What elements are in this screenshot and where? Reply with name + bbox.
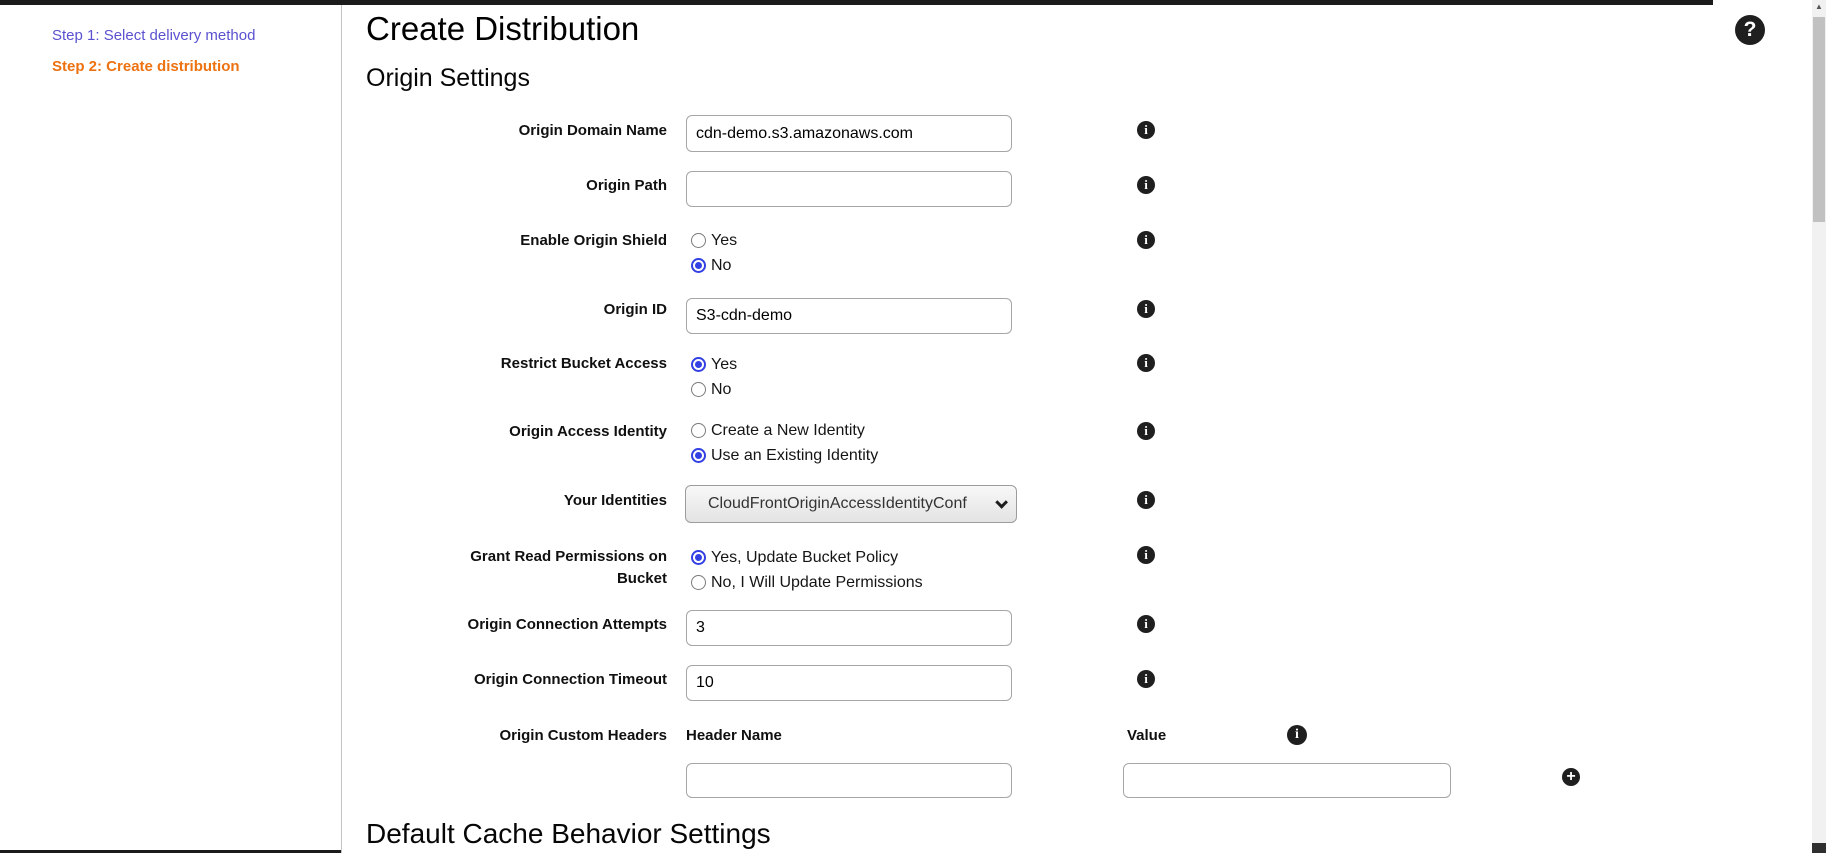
origin-custom-headers-label: Origin Custom Headers (420, 726, 667, 745)
your-identities-label: Your Identities (420, 491, 667, 510)
value-column-label: Value (1127, 726, 1166, 745)
cloudfront-create-distribution-page: Step 1: Select delivery method Step 2: C… (0, 0, 1826, 853)
grant-read-permissions-radio-group: Yes, Update Bucket Policy No, I Will Upd… (691, 545, 923, 595)
info-icon[interactable]: i (1137, 300, 1155, 318)
add-custom-header-button[interactable]: + (1562, 768, 1580, 786)
vertical-scrollbar[interactable]: ▲ (1812, 0, 1826, 853)
origin-path-label: Origin Path (420, 176, 667, 195)
info-icon[interactable]: i (1137, 231, 1155, 249)
arrow-up-icon[interactable]: ▲ (1812, 2, 1826, 11)
custom-header-name-input[interactable] (686, 763, 1012, 798)
sidebar-step-2-current: Step 2: Create distribution (52, 57, 240, 76)
top-border (0, 0, 1713, 5)
origin-domain-name-input[interactable] (686, 115, 1012, 152)
origin-id-input[interactable] (686, 298, 1012, 334)
radio-button-icon[interactable] (691, 357, 706, 372)
sidebar-step-1-link[interactable]: Step 1: Select delivery method (52, 26, 255, 45)
enable-origin-shield-option-no[interactable]: No (691, 253, 737, 278)
origin-access-identity-radio-group: Create a New Identity Use an Existing Id… (691, 418, 878, 468)
restrict-bucket-access-option-no[interactable]: No (691, 377, 737, 402)
origin-connection-attempts-input[interactable] (686, 610, 1012, 646)
radio-button-icon[interactable] (691, 575, 706, 590)
grant-read-permissions-option-yes[interactable]: Yes, Update Bucket Policy (691, 545, 923, 570)
restrict-bucket-access-label: Restrict Bucket Access (420, 354, 667, 373)
your-identities-select[interactable]: CloudFrontOriginAccessIdentityConf (685, 485, 1017, 523)
origin-settings-heading: Origin Settings (366, 64, 530, 93)
grant-read-permissions-label: Grant Read Permissions on Bucket (420, 546, 667, 590)
radio-button-icon[interactable] (691, 448, 706, 463)
info-icon[interactable]: i (1137, 546, 1155, 564)
info-icon[interactable]: i (1287, 725, 1307, 745)
radio-button-icon[interactable] (691, 233, 706, 248)
grant-read-permissions-option-no[interactable]: No, I Will Update Permissions (691, 570, 923, 595)
origin-id-label: Origin ID (420, 300, 667, 319)
enable-origin-shield-radio-group: Yes No (691, 228, 737, 278)
info-icon[interactable]: i (1137, 491, 1155, 509)
sidebar-divider (341, 5, 342, 853)
restrict-bucket-access-option-yes[interactable]: Yes (691, 352, 737, 377)
chevron-down-icon (995, 496, 1008, 509)
default-cache-behavior-heading: Default Cache Behavior Settings (366, 818, 771, 850)
origin-access-identity-option-existing[interactable]: Use an Existing Identity (691, 443, 878, 468)
origin-path-input[interactable] (686, 171, 1012, 207)
info-icon[interactable]: i (1137, 176, 1155, 194)
radio-button-icon[interactable] (691, 382, 706, 397)
restrict-bucket-access-radio-group: Yes No (691, 352, 737, 402)
radio-button-icon[interactable] (691, 258, 706, 273)
scrollbar-thumb[interactable] (1813, 17, 1825, 222)
info-icon[interactable]: i (1137, 670, 1155, 688)
info-icon[interactable]: i (1137, 615, 1155, 633)
plus-icon: + (1566, 769, 1575, 785)
origin-access-identity-option-create[interactable]: Create a New Identity (691, 418, 878, 443)
custom-header-value-input[interactable] (1123, 763, 1451, 798)
info-icon[interactable]: i (1137, 422, 1155, 440)
scrollbar-corner (1812, 843, 1826, 853)
info-icon[interactable]: i (1137, 354, 1155, 372)
help-icon[interactable]: ? (1735, 15, 1765, 45)
page-title: Create Distribution (366, 10, 639, 48)
origin-connection-attempts-label: Origin Connection Attempts (420, 615, 667, 634)
origin-connection-timeout-input[interactable] (686, 665, 1012, 701)
enable-origin-shield-label: Enable Origin Shield (420, 231, 667, 250)
enable-origin-shield-option-yes[interactable]: Yes (691, 228, 737, 253)
origin-access-identity-label: Origin Access Identity (420, 422, 667, 441)
origin-connection-timeout-label: Origin Connection Timeout (420, 670, 667, 689)
radio-button-icon[interactable] (691, 550, 706, 565)
header-name-column-label: Header Name (686, 726, 782, 745)
info-icon[interactable]: i (1137, 121, 1155, 139)
radio-button-icon[interactable] (691, 423, 706, 438)
origin-domain-name-label: Origin Domain Name (420, 121, 667, 140)
